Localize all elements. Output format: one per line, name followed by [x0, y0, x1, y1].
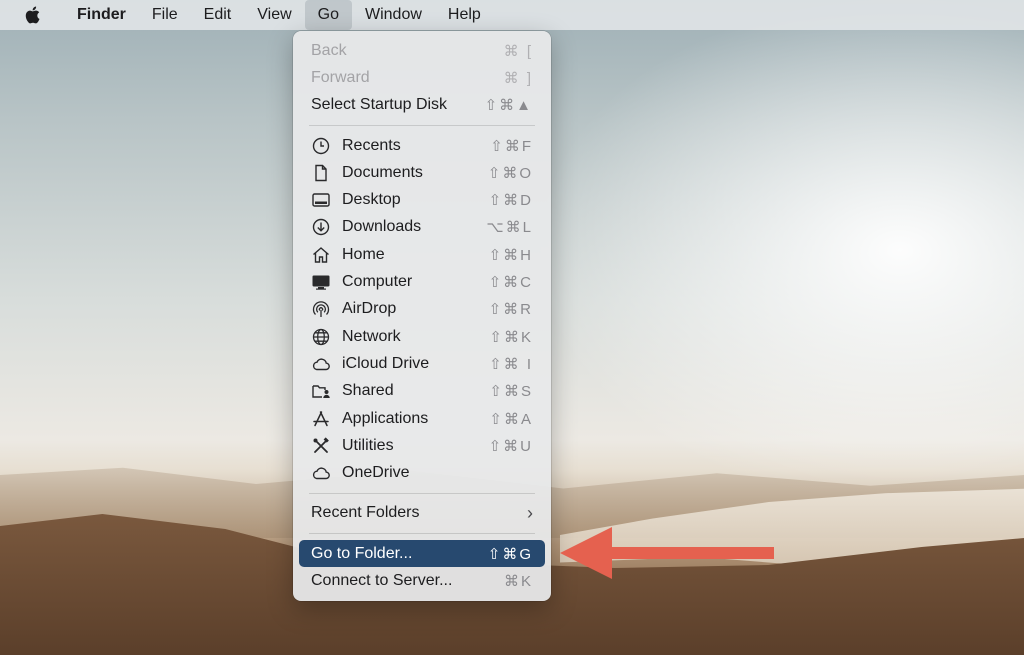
menu-item-shared[interactable]: Shared ⇧⌘S — [299, 378, 545, 405]
menu-item-onedrive[interactable]: OneDrive — [299, 459, 545, 486]
clock-icon — [311, 136, 331, 156]
desktop-icon — [311, 190, 331, 210]
shortcut-label: ⇧⌘ I — [489, 355, 533, 373]
shortcut-label: ⇧⌘U — [488, 437, 533, 455]
shortcut-label: ⇧⌘K — [489, 328, 533, 346]
shortcut-label: ⇧⌘D — [488, 192, 533, 210]
menu-item-label: Applications — [342, 409, 429, 427]
cloud-icon — [311, 354, 331, 374]
shortcut-label: ⌥⌘L — [486, 219, 533, 237]
menu-item-label: Select Startup Disk — [311, 96, 448, 114]
menu-item-label: Desktop — [342, 191, 401, 209]
menu-item-forward[interactable]: Forward ⌘ ] — [299, 64, 545, 91]
menu-finder[interactable]: Finder — [64, 0, 139, 30]
menu-file[interactable]: File — [139, 0, 191, 30]
chevron-right-icon: › — [527, 502, 533, 523]
computer-icon — [311, 272, 331, 292]
shortcut-label: ⌘ [ — [503, 42, 533, 60]
home-icon — [311, 245, 331, 265]
shortcut-label: ⇧⌘A — [489, 410, 533, 428]
cloud-icon — [311, 463, 331, 483]
menu-item-label: AirDrop — [342, 300, 397, 318]
go-menu-dropdown: Back ⌘ [ Forward ⌘ ] Select Startup Disk… — [293, 31, 551, 601]
menu-item-label: Recents — [342, 136, 401, 154]
menu-help[interactable]: Help — [435, 0, 494, 30]
menu-item-back[interactable]: Back ⌘ [ — [299, 37, 545, 64]
menu-item-label: Home — [342, 245, 385, 263]
menu-bar: Finder File Edit View Go Window Help — [0, 0, 1024, 30]
utilities-icon — [311, 436, 331, 456]
shortcut-label: ⇧⌘G — [487, 545, 533, 563]
menu-item-label: Shared — [342, 382, 394, 400]
menu-item-airdrop[interactable]: AirDrop ⇧⌘R — [299, 296, 545, 323]
applications-icon — [311, 409, 331, 429]
globe-icon — [311, 327, 331, 347]
menu-item-computer[interactable]: Computer ⇧⌘C — [299, 268, 545, 295]
menu-item-connect-to-server[interactable]: Connect to Server... ⌘K — [299, 567, 545, 594]
menu-item-utilities[interactable]: Utilities ⇧⌘U — [299, 432, 545, 459]
menu-item-select-startup-disk[interactable]: Select Startup Disk ⇧⌘▲ — [299, 92, 545, 119]
menu-item-recent-folders[interactable]: Recent Folders › — [299, 500, 545, 527]
menu-item-home[interactable]: Home ⇧⌘H — [299, 241, 545, 268]
menu-separator — [309, 533, 535, 535]
menu-view[interactable]: View — [244, 0, 304, 30]
menu-item-label: Utilities — [342, 436, 394, 454]
shortcut-label: ⇧⌘R — [488, 301, 533, 319]
menu-item-label: iCloud Drive — [342, 354, 430, 372]
menu-item-documents[interactable]: Documents ⇧⌘O — [299, 159, 545, 186]
menu-item-label: Downloads — [342, 218, 422, 236]
menu-item-recents[interactable]: Recents ⇧⌘F — [299, 132, 545, 159]
menu-go[interactable]: Go — [304, 0, 352, 30]
apple-icon[interactable] — [22, 5, 42, 25]
shortcut-label: ⇧⌘F — [490, 137, 533, 155]
menu-item-label: Computer — [342, 273, 413, 291]
shortcut-label: ⇧⌘S — [489, 383, 533, 401]
menu-item-network[interactable]: Network ⇧⌘K — [299, 323, 545, 350]
document-icon — [311, 163, 331, 183]
menu-window[interactable]: Window — [352, 0, 435, 30]
arrow-annotation-icon — [560, 527, 774, 579]
menu-item-desktop[interactable]: Desktop ⇧⌘D — [299, 186, 545, 213]
shortcut-label: ⇧⌘▲ — [484, 97, 533, 115]
menu-item-label: Go to Folder... — [311, 544, 413, 562]
menu-item-label: Back — [311, 41, 347, 59]
menu-item-icloud-drive[interactable]: iCloud Drive ⇧⌘ I — [299, 350, 545, 377]
shared-folder-icon — [311, 381, 331, 401]
shortcut-label: ⌘K — [503, 572, 533, 590]
menu-item-label: Network — [342, 327, 401, 345]
download-icon — [311, 217, 331, 237]
airdrop-icon — [311, 299, 331, 319]
menu-item-label: Connect to Server... — [311, 571, 453, 589]
menu-separator — [309, 492, 535, 494]
shortcut-label: ⇧⌘O — [487, 164, 533, 182]
menu-item-downloads[interactable]: Downloads ⌥⌘L — [299, 214, 545, 241]
menu-item-go-to-folder[interactable]: Go to Folder... ⇧⌘G — [299, 540, 545, 568]
shortcut-label: ⌘ ] — [503, 69, 533, 87]
shortcut-label: ⇧⌘C — [488, 274, 533, 292]
menu-item-applications[interactable]: Applications ⇧⌘A — [299, 405, 545, 432]
menu-item-label: OneDrive — [342, 464, 410, 482]
menu-item-label: Documents — [342, 163, 423, 181]
shortcut-label: ⇧⌘H — [488, 246, 533, 264]
menu-separator — [309, 124, 535, 126]
menu-item-label: Recent Folders — [311, 504, 420, 522]
menu-edit[interactable]: Edit — [191, 0, 245, 30]
menu-item-label: Forward — [311, 68, 370, 86]
